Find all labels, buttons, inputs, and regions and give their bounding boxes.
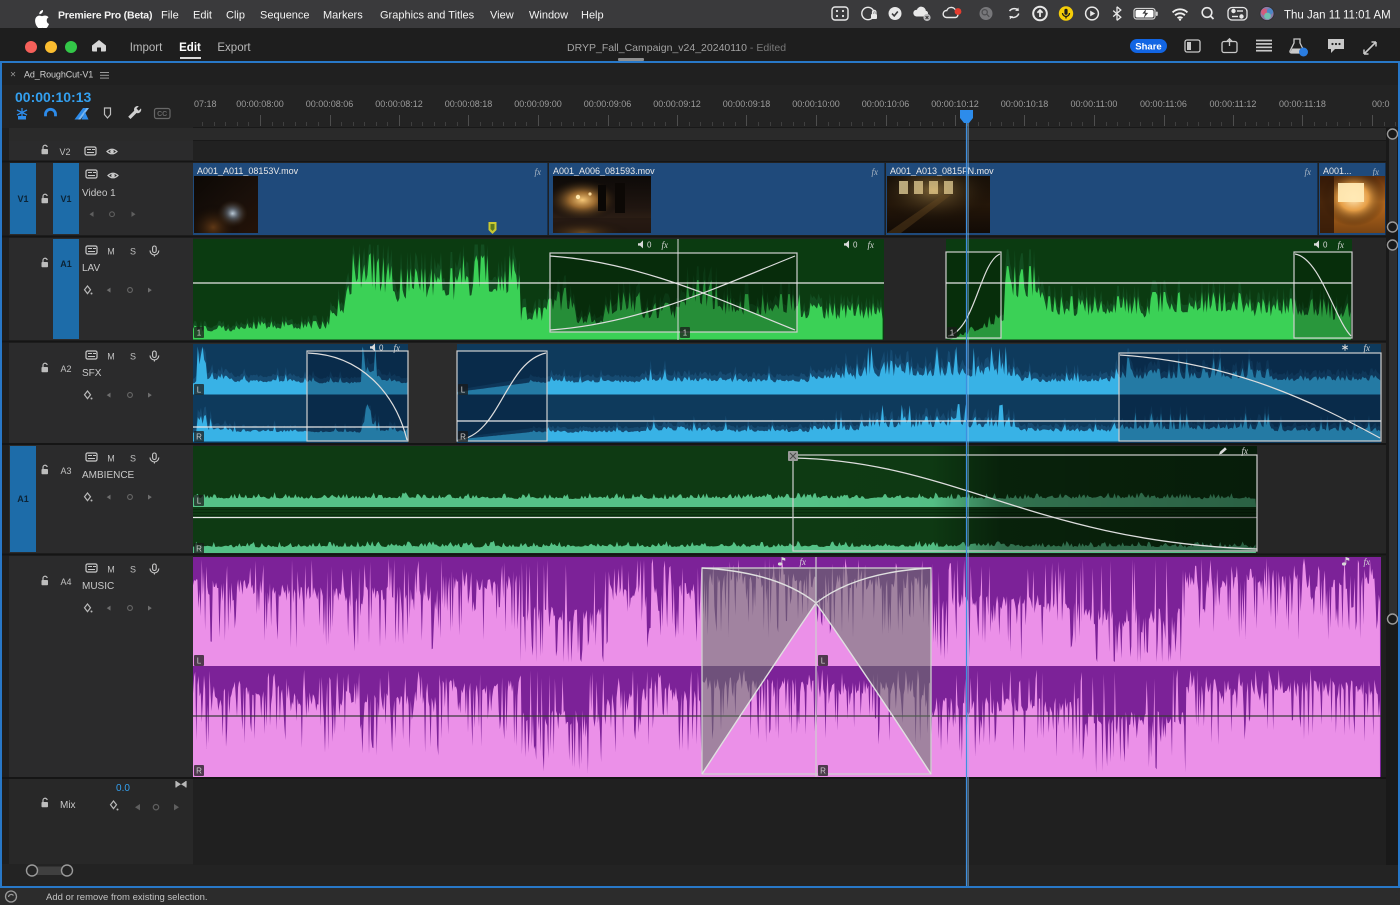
svg-text:A001_A013_0815FN.mov: A001_A013_0815FN.mov	[890, 166, 994, 176]
svg-text:Sequence: Sequence	[260, 10, 310, 22]
svg-text:A2: A2	[60, 364, 71, 374]
svg-text:fx: fx	[1373, 167, 1380, 177]
svg-text:fx: fx	[1338, 240, 1345, 250]
svg-text:R: R	[460, 433, 466, 442]
svg-text:00:00:10:18: 00:00:10:18	[1001, 99, 1049, 109]
svg-text:SFX: SFX	[82, 368, 102, 379]
svg-text:AMBIENCE: AMBIENCE	[82, 470, 135, 481]
svg-text:V2: V2	[59, 147, 70, 157]
svg-text:00:00:08:12: 00:00:08:12	[375, 99, 423, 109]
svg-text:fx: fx	[1364, 557, 1371, 567]
svg-text:fx: fx	[800, 557, 807, 567]
svg-text:R: R	[196, 433, 202, 442]
svg-text:0.0: 0.0	[116, 783, 130, 794]
svg-text:fx: fx	[535, 167, 542, 177]
svg-text:fx: fx	[868, 240, 875, 250]
svg-text:Thu Jan 11: Thu Jan 11	[1284, 10, 1341, 22]
svg-text:Export: Export	[217, 42, 251, 54]
svg-text:M: M	[107, 454, 115, 464]
svg-text:R: R	[820, 767, 826, 776]
svg-text:00:00:10:13: 00:00:10:13	[15, 89, 91, 105]
svg-text:fx: fx	[662, 240, 669, 250]
svg-text:00:00:09:06: 00:00:09:06	[584, 99, 632, 109]
svg-text:L: L	[461, 386, 466, 395]
svg-text:fx: fx	[1305, 167, 1312, 177]
svg-text:A1: A1	[60, 259, 72, 269]
svg-text:Clip: Clip	[226, 10, 245, 22]
svg-text:A001_A011_08153V.mov: A001_A011_08153V.mov	[197, 166, 299, 176]
svg-text:1: 1	[197, 329, 202, 338]
svg-text:00:00:09:18: 00:00:09:18	[723, 99, 771, 109]
svg-text:00:00:10:12: 00:00:10:12	[931, 99, 979, 109]
svg-text:A001_A006_081593.mov: A001_A006_081593.mov	[553, 166, 655, 176]
svg-text:Ad_RoughCut-V1: Ad_RoughCut-V1	[24, 70, 93, 80]
svg-text:R: R	[196, 545, 202, 554]
svg-text:00:00:08:06: 00:00:08:06	[306, 99, 354, 109]
svg-text:S: S	[130, 247, 136, 257]
svg-text:1: 1	[950, 329, 955, 338]
svg-text:×: ×	[10, 70, 16, 81]
svg-text:S: S	[130, 454, 136, 464]
svg-text:V1: V1	[60, 194, 71, 204]
svg-text:Edit: Edit	[193, 10, 212, 22]
svg-text:M: M	[107, 565, 115, 575]
svg-text:0: 0	[647, 241, 652, 250]
svg-text:Edit: Edit	[179, 42, 201, 54]
svg-text:R: R	[196, 767, 202, 776]
svg-text:00:00:10:00: 00:00:10:00	[792, 99, 840, 109]
svg-text:07:18: 07:18	[194, 99, 217, 109]
svg-text:Markers: Markers	[323, 10, 363, 22]
svg-text:CC: CC	[157, 111, 167, 118]
svg-text:00:00:11:00: 00:00:11:00	[1071, 99, 1118, 109]
svg-text:File: File	[161, 10, 179, 22]
svg-text:00:00:11:12: 00:00:11:12	[1210, 99, 1257, 109]
svg-text:A001...: A001...	[1323, 166, 1352, 176]
svg-text:fx: fx	[1364, 343, 1371, 353]
svg-text:Add or remove from existing se: Add or remove from existing selection.	[46, 892, 208, 903]
svg-text:View: View	[490, 10, 514, 22]
svg-text:L: L	[197, 497, 202, 506]
svg-text:00:00:10:06: 00:00:10:06	[862, 99, 910, 109]
svg-text:S: S	[130, 565, 136, 575]
svg-text:Premiere Pro (Beta): Premiere Pro (Beta)	[58, 10, 152, 22]
svg-text:00:0: 00:0	[1372, 99, 1390, 109]
svg-text:L: L	[821, 657, 826, 666]
svg-text:fx: fx	[394, 343, 401, 353]
svg-text:00:00:08:18: 00:00:08:18	[445, 99, 493, 109]
svg-text:L: L	[197, 386, 202, 395]
svg-text:fx: fx	[1242, 446, 1249, 456]
svg-text:M: M	[107, 247, 115, 257]
svg-text:Mix: Mix	[60, 800, 76, 811]
svg-text:Window: Window	[529, 10, 568, 22]
svg-text:DRYP_Fall_Campaign_v24_2024011: DRYP_Fall_Campaign_v24_20240110 - Edited	[567, 42, 786, 54]
svg-text:L: L	[197, 657, 202, 666]
svg-text:MUSIC: MUSIC	[82, 581, 114, 592]
svg-text:Help: Help	[581, 10, 604, 22]
svg-text:Video 1: Video 1	[82, 188, 116, 199]
svg-text:1: 1	[683, 329, 688, 338]
svg-text:fx: fx	[872, 167, 879, 177]
svg-text:00:00:08:00: 00:00:08:00	[236, 99, 284, 109]
svg-text:A3: A3	[60, 466, 71, 476]
svg-text:0: 0	[1323, 241, 1328, 250]
svg-text:M: M	[107, 352, 115, 362]
svg-text:00:00:11:18: 00:00:11:18	[1279, 99, 1326, 109]
svg-text:A4: A4	[60, 577, 71, 587]
svg-text:00:00:09:00: 00:00:09:00	[514, 99, 562, 109]
svg-text:LAV: LAV	[82, 263, 100, 274]
svg-text:11:01 AM: 11:01 AM	[1343, 10, 1391, 22]
svg-text:00:00:09:12: 00:00:09:12	[653, 99, 701, 109]
svg-text:S: S	[130, 352, 136, 362]
svg-text:0: 0	[379, 344, 384, 353]
svg-text:00:00:11:06: 00:00:11:06	[1140, 99, 1187, 109]
svg-text:Import: Import	[130, 42, 163, 54]
svg-text:Share: Share	[1135, 42, 1161, 53]
svg-text:Graphics and Titles: Graphics and Titles	[380, 10, 475, 22]
svg-text:A1: A1	[17, 494, 29, 504]
svg-text:0: 0	[853, 241, 858, 250]
svg-text:V1: V1	[17, 194, 28, 204]
